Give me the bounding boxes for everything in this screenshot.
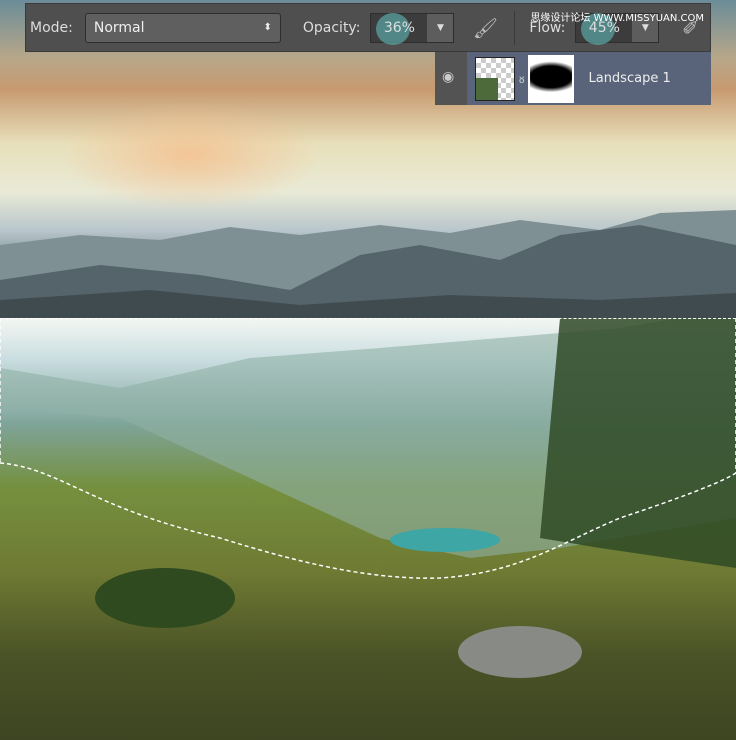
opacity-field[interactable]: 36% ▼ [370,12,455,45]
selection-marquee [0,318,736,579]
mountain-range [0,210,736,320]
layer-mask-thumbnail[interactable] [528,54,575,103]
visibility-eye-icon[interactable]: ◉ [442,69,454,85]
watermark: 思缘设计论坛 WWW.MISSYUAN.COM [530,13,704,24]
opacity-dropdown-button[interactable]: ▼ [427,13,454,42]
document-canvas[interactable] [0,0,736,740]
opacity-value: 36% [383,19,415,36]
divider [514,10,516,45]
mode-select[interactable]: Normal ⬍ [84,12,281,43]
mode-label: Mode: [30,19,73,36]
brush-options-bar: Mode: Normal ⬍ Opacity: 36% ▼ 🖌 Flow: 45… [25,3,711,52]
updown-chevron-icon: ⬍ [263,22,272,33]
opacity-label: Opacity: [302,19,361,36]
layer-row[interactable]: ᴕ Landscape 1 [467,52,711,105]
pressure-opacity-icon[interactable]: 🖌 [472,15,498,41]
mode-value: Normal [93,19,145,36]
layer-name: Landscape 1 [588,71,671,86]
layer-thumbnail [475,56,515,101]
link-icon[interactable]: ᴕ [519,72,524,86]
sunset-glow [60,100,320,210]
layers-panel: ◉ ᴕ Landscape 1 [435,52,711,105]
